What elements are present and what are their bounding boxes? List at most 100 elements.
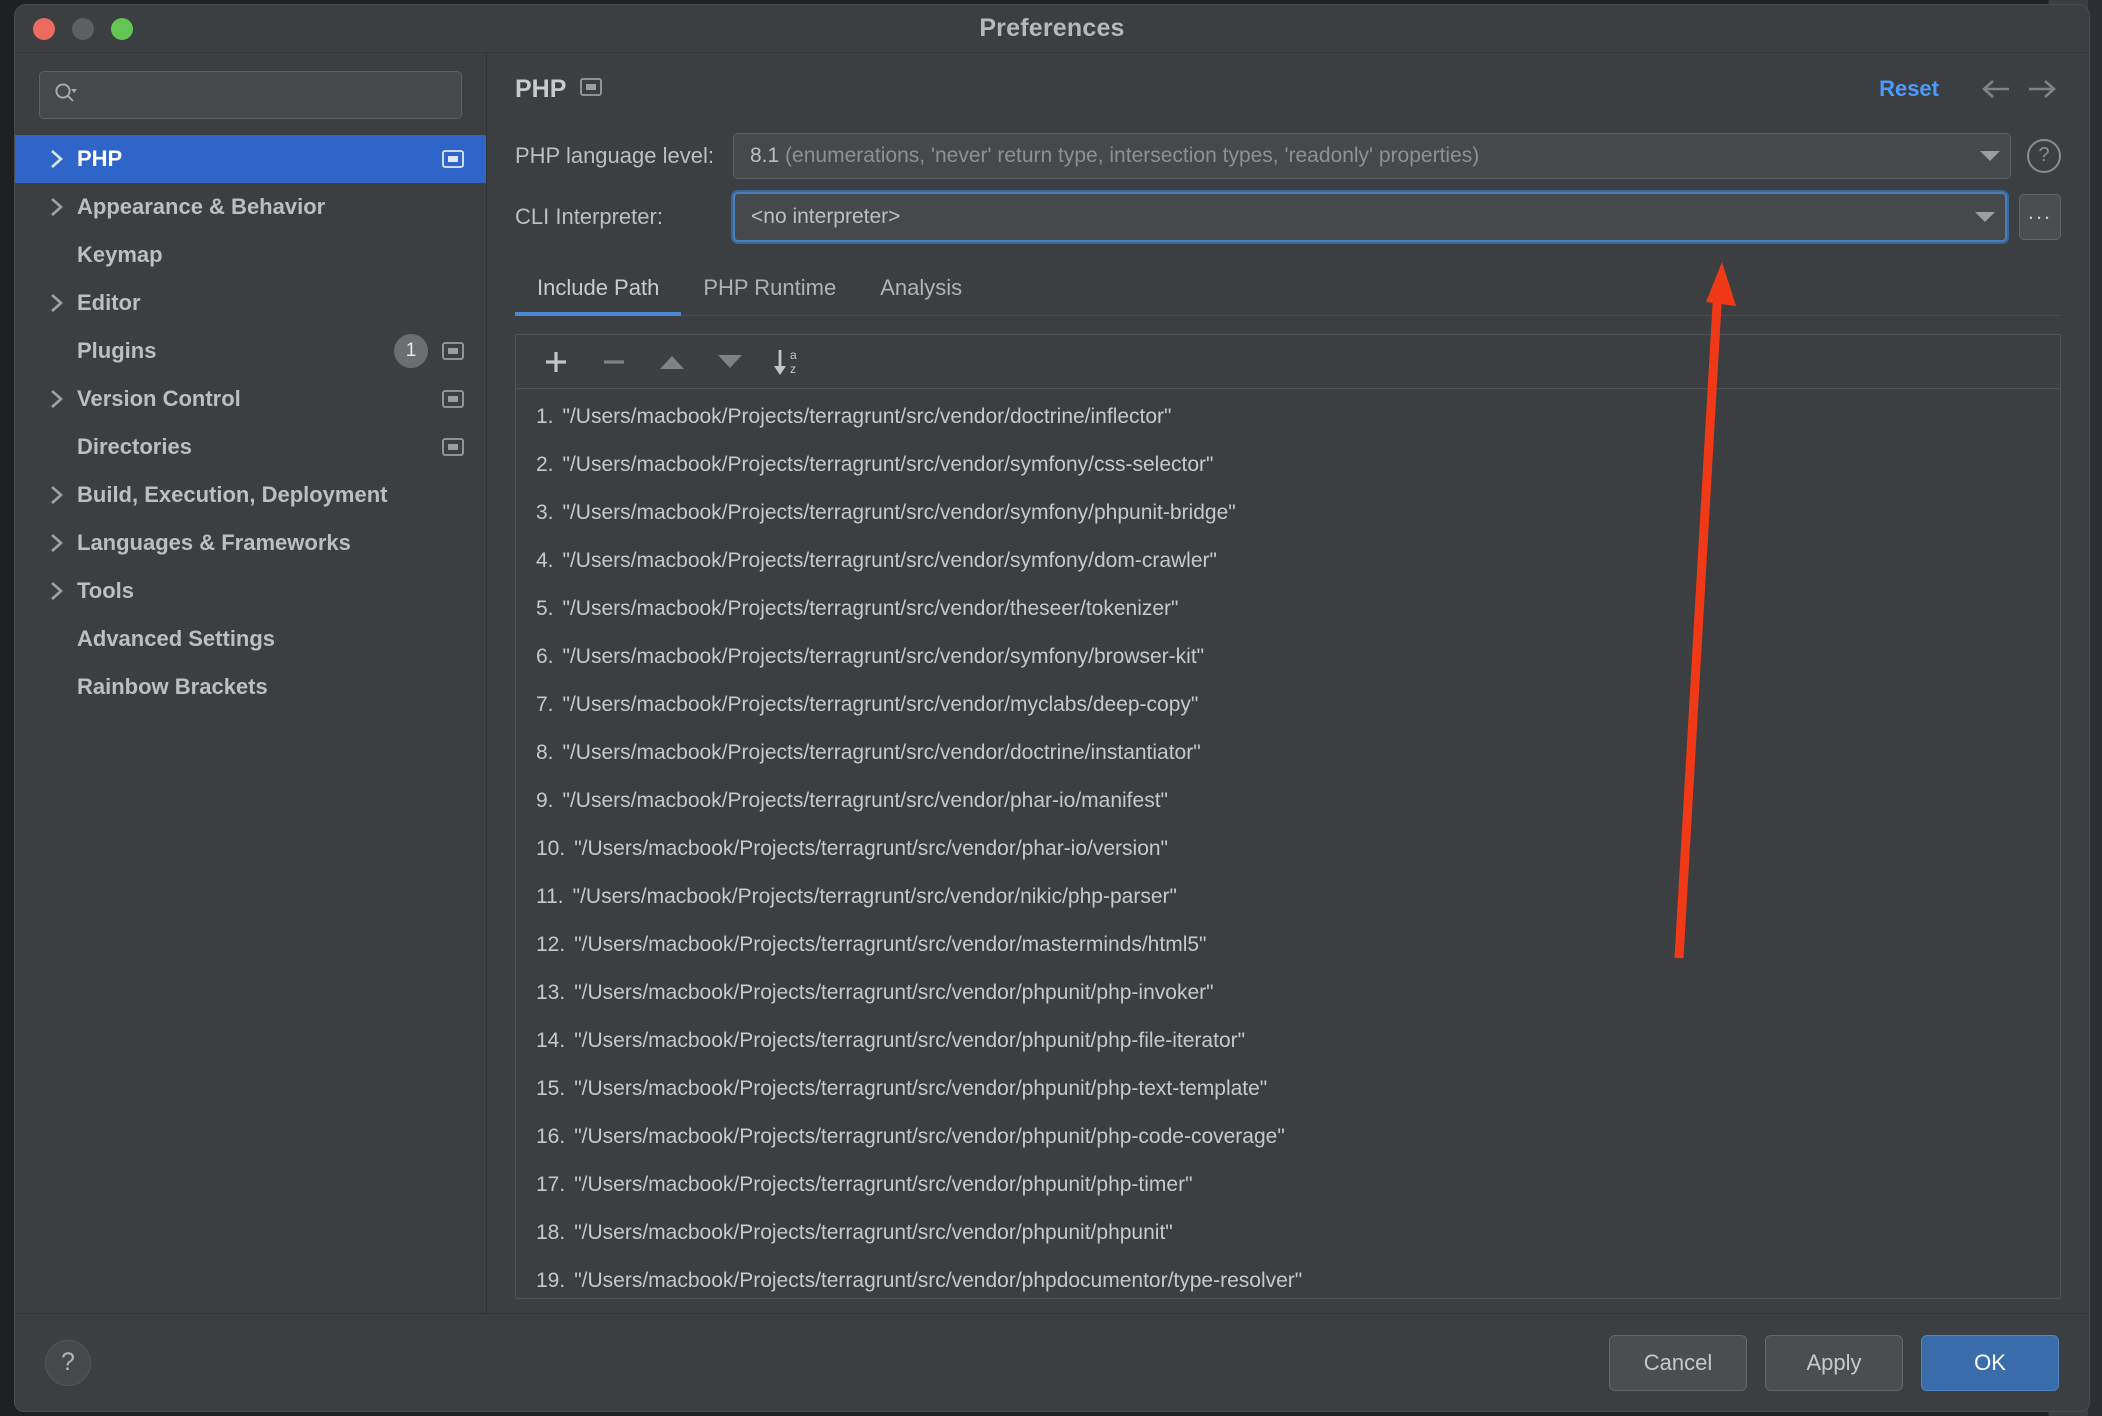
- include-path-index: 3.: [536, 501, 554, 525]
- tab-analysis[interactable]: Analysis: [858, 275, 984, 315]
- include-path-value: "/Users/macbook/Projects/terragrunt/src/…: [572, 885, 1177, 909]
- include-path-row[interactable]: 10. "/Users/macbook/Projects/terragrunt/s…: [516, 825, 2060, 873]
- include-path-row[interactable]: 19. "/Users/macbook/Projects/terragrunt/s…: [516, 1257, 2060, 1298]
- move-path-up-button[interactable]: [646, 340, 698, 384]
- cli-interpreter-browse-button[interactable]: ...: [2019, 194, 2061, 241]
- sidebar-item-keymap[interactable]: Keymap: [15, 231, 486, 279]
- window-title: Preferences: [979, 14, 1125, 42]
- chevron-down-icon[interactable]: [1970, 150, 2010, 162]
- sidebar-item-label: Build, Execution, Deployment: [77, 482, 388, 507]
- include-path-index: 9.: [536, 789, 554, 813]
- sidebar-item-appearance-behavior[interactable]: Appearance & Behavior: [15, 183, 486, 231]
- include-path-row[interactable]: 12. "/Users/macbook/Projects/terragrunt/s…: [516, 921, 2060, 969]
- include-path-row[interactable]: 16. "/Users/macbook/Projects/terragrunt/s…: [516, 1113, 2060, 1161]
- dialog-body: PHP Appearance & Behavior Keymap Editor Plug…: [15, 53, 2089, 1313]
- php-language-level-combo[interactable]: 8.1 (enumerations, 'never' return type, …: [733, 132, 2011, 179]
- include-path-value: "/Users/macbook/Projects/terragrunt/src/…: [562, 549, 1217, 573]
- chevron-right-icon[interactable]: [49, 580, 77, 602]
- settings-sidebar: PHP Appearance & Behavior Keymap Editor Plug…: [15, 53, 487, 1313]
- include-path-index: 19.: [536, 1269, 566, 1293]
- sidebar-item-label: Editor: [77, 290, 141, 315]
- include-path-value: "/Users/macbook/Projects/terragrunt/src/…: [574, 933, 1207, 957]
- sidebar-item-editor[interactable]: Editor: [15, 279, 486, 327]
- move-path-down-button[interactable]: [704, 340, 756, 384]
- svg-text:a: a: [790, 348, 797, 362]
- include-path-index: 5.: [536, 597, 554, 621]
- include-path-row[interactable]: 5. "/Users/macbook/Projects/terragrunt/sr…: [516, 585, 2060, 633]
- tab-include-path[interactable]: Include Path: [515, 275, 682, 317]
- cli-interpreter-label: CLI Interpreter:: [515, 204, 663, 230]
- sidebar-item-badge: 1: [394, 334, 428, 368]
- sidebar-item-version-control[interactable]: Version Control: [15, 375, 486, 423]
- sidebar-item-advanced-settings[interactable]: Advanced Settings: [15, 615, 486, 663]
- chevron-right-icon[interactable]: [49, 388, 77, 410]
- sidebar-item-php[interactable]: PHP: [15, 135, 486, 183]
- search-input[interactable]: [84, 84, 449, 106]
- include-path-index: 16.: [536, 1125, 566, 1149]
- forward-arrow-icon[interactable]: [2021, 69, 2061, 109]
- chevron-right-icon[interactable]: [49, 484, 77, 506]
- settings-main-panel: PHP Reset PHP language level: 8.1 (enume…: [487, 53, 2089, 1313]
- chevron-right-icon[interactable]: [49, 532, 77, 554]
- include-path-value: "/Users/macbook/Projects/terragrunt/src/…: [574, 1077, 1268, 1101]
- chevron-down-icon[interactable]: [1965, 211, 2005, 223]
- include-path-value: "/Users/macbook/Projects/terragrunt/src/…: [574, 1125, 1285, 1149]
- minimize-window-icon[interactable]: [72, 17, 94, 40]
- include-path-row[interactable]: 2. "/Users/macbook/Projects/terragrunt/sr…: [516, 441, 2060, 489]
- include-path-row[interactable]: 4. "/Users/macbook/Projects/terragrunt/sr…: [516, 537, 2060, 585]
- sidebar-item-directories[interactable]: Directories: [15, 423, 486, 471]
- sidebar-item-build-execution-deployment[interactable]: Build, Execution, Deployment: [15, 471, 486, 519]
- include-path-value: "/Users/macbook/Projects/terragrunt/src/…: [562, 501, 1236, 525]
- chevron-right-icon[interactable]: [49, 196, 77, 218]
- close-window-icon[interactable]: [33, 17, 55, 40]
- svg-text:z: z: [790, 362, 796, 376]
- main-header: PHP Reset: [515, 53, 2061, 125]
- include-path-row[interactable]: 15. "/Users/macbook/Projects/terragrunt/s…: [516, 1065, 2060, 1113]
- search-box[interactable]: [39, 71, 462, 119]
- reset-button[interactable]: Reset: [1879, 76, 1939, 102]
- apply-button[interactable]: Apply: [1765, 1334, 1903, 1391]
- include-path-row[interactable]: 18. "/Users/macbook/Projects/terragrunt/s…: [516, 1209, 2060, 1257]
- sidebar-item-languages-frameworks[interactable]: Languages & Frameworks: [15, 519, 486, 567]
- include-path-index: 17.: [536, 1173, 566, 1197]
- sidebar-item-label: Version Control: [77, 386, 241, 411]
- include-path-row[interactable]: 14. "/Users/macbook/Projects/terragrunt/s…: [516, 1017, 2060, 1065]
- ok-button[interactable]: OK: [1921, 1334, 2059, 1391]
- include-path-value: "/Users/macbook/Projects/terragrunt/src/…: [574, 981, 1214, 1005]
- include-path-list[interactable]: 1. "/Users/macbook/Projects/terragrunt/sr…: [516, 389, 2060, 1298]
- sidebar-item-plugins[interactable]: Plugins 1: [15, 327, 486, 375]
- include-path-row[interactable]: 13. "/Users/macbook/Projects/terragrunt/s…: [516, 969, 2060, 1017]
- include-path-value: "/Users/macbook/Projects/terragrunt/src/…: [574, 1221, 1173, 1245]
- cli-interpreter-combo[interactable]: <no interpreter>: [733, 192, 2007, 243]
- add-path-button[interactable]: [530, 340, 582, 384]
- include-path-index: 13.: [536, 981, 566, 1005]
- php-language-level-label: PHP language level:: [515, 142, 714, 168]
- tab-php-runtime[interactable]: PHP Runtime: [681, 275, 858, 315]
- chevron-right-icon[interactable]: [49, 292, 77, 314]
- include-path-value: "/Users/macbook/Projects/terragrunt/src/…: [562, 453, 1214, 477]
- help-button[interactable]: ?: [45, 1339, 91, 1386]
- cancel-button[interactable]: Cancel: [1609, 1334, 1747, 1391]
- include-path-row[interactable]: 9. "/Users/macbook/Projects/terragrunt/sr…: [516, 777, 2060, 825]
- include-path-value: "/Users/macbook/Projects/terragrunt/src/…: [562, 789, 1168, 813]
- include-path-index: 1.: [536, 405, 554, 429]
- include-path-value: "/Users/macbook/Projects/terragrunt/src/…: [562, 693, 1199, 717]
- chevron-right-icon[interactable]: [49, 148, 77, 170]
- language-level-help-icon[interactable]: ?: [2027, 138, 2061, 173]
- sidebar-item-tools[interactable]: Tools: [15, 567, 486, 615]
- include-path-row[interactable]: 1. "/Users/macbook/Projects/terragrunt/sr…: [516, 393, 2060, 441]
- include-path-row[interactable]: 8. "/Users/macbook/Projects/terragrunt/sr…: [516, 729, 2060, 777]
- include-path-row[interactable]: 6. "/Users/macbook/Projects/terragrunt/sr…: [516, 633, 2060, 681]
- include-path-row[interactable]: 17. "/Users/macbook/Projects/terragrunt/s…: [516, 1161, 2060, 1209]
- back-arrow-icon[interactable]: [1977, 69, 2017, 109]
- include-path-row[interactable]: 11. "/Users/macbook/Projects/terragrunt/s…: [516, 873, 2060, 921]
- sort-alphabetically-button[interactable]: a z: [762, 340, 814, 384]
- include-path-row[interactable]: 3. "/Users/macbook/Projects/terragrunt/sr…: [516, 489, 2060, 537]
- remove-path-button[interactable]: [588, 340, 640, 384]
- maximize-window-icon[interactable]: [111, 17, 133, 40]
- include-path-row[interactable]: 7. "/Users/macbook/Projects/terragrunt/sr…: [516, 681, 2060, 729]
- search-icon: [52, 80, 78, 111]
- sidebar-item-label: Plugins: [77, 338, 157, 363]
- sidebar-item-rainbow-brackets[interactable]: Rainbow Brackets: [15, 663, 486, 711]
- include-path-value: "/Users/macbook/Projects/terragrunt/src/…: [562, 741, 1201, 765]
